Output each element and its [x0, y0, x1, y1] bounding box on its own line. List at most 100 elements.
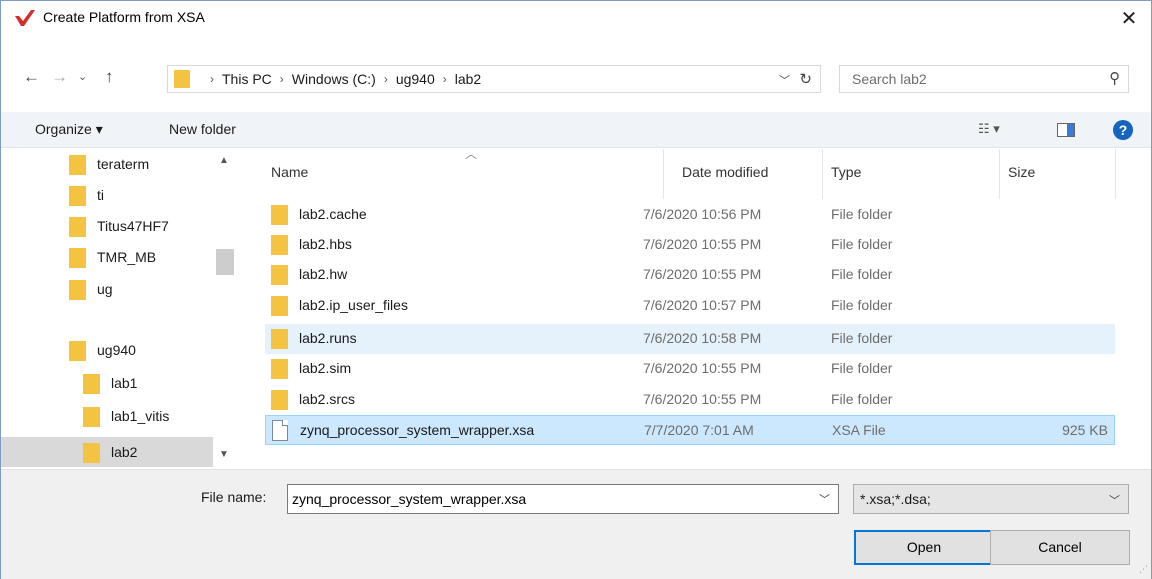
dialog-footer: File name: ﹀ *.xsa;*.dsa; ﹀ Open Cancel …: [1, 469, 1151, 579]
nav-item-lab2[interactable]: lab2: [1, 437, 213, 467]
file-type: File folder: [831, 391, 893, 407]
breadcrumb-separator[interactable]: ›: [384, 72, 388, 86]
folder-icon: [69, 280, 86, 300]
file-row[interactable]: zynq_processor_system_wrapper.xsa 7/7/20…: [265, 415, 1115, 445]
search-input[interactable]: Search lab2 ⚲: [839, 65, 1129, 93]
nav-item-label: ti: [97, 187, 104, 203]
title-bar: Create Platform from XSA ✕: [1, 1, 1151, 35]
help-icon[interactable]: ?: [1113, 120, 1133, 140]
breadcrumb: › This PC › Windows (C:) › ug940 › lab2: [202, 71, 481, 87]
nav-item-ti[interactable]: ti: [1, 180, 213, 210]
view-options-icon[interactable]: ☷ ▾: [978, 121, 1000, 137]
column-header-size[interactable]: Size: [1000, 149, 1115, 199]
scroll-down-icon[interactable]: ▼: [219, 449, 229, 460]
file-name-input[interactable]: [292, 489, 812, 509]
nav-item-lab1[interactable]: lab1: [1, 368, 213, 398]
file-dialog: Create Platform from XSA ✕ ← → ⌄ ↑ › Thi…: [0, 0, 1152, 579]
file-row[interactable]: lab2.hbs 7/6/2020 10:55 PM File folder: [265, 230, 1115, 260]
folder-icon: [174, 70, 190, 88]
breadcrumb-lab2[interactable]: lab2: [455, 71, 481, 87]
file-date: 7/6/2020 10:56 PM: [643, 206, 762, 222]
file-row[interactable]: lab2.runs 7/6/2020 10:58 PM File folder: [265, 324, 1115, 354]
file-icon: [272, 420, 288, 441]
folder-icon: [69, 186, 86, 206]
file-type: File folder: [831, 297, 893, 313]
chevron-down-icon[interactable]: ﹀: [779, 72, 790, 88]
column-divider[interactable]: [1115, 149, 1116, 199]
open-button[interactable]: Open: [854, 530, 994, 565]
file-row[interactable]: lab2.srcs 7/6/2020 10:55 PM File folder: [265, 385, 1115, 415]
column-header-name[interactable]: ︿ Name: [265, 147, 663, 199]
up-arrow-icon[interactable]: ↑: [105, 67, 114, 87]
folder-icon: [69, 341, 86, 361]
file-name: lab2.runs: [299, 330, 357, 346]
folder-icon: [83, 443, 100, 463]
folder-icon: [271, 359, 288, 379]
file-name-label: File name:: [201, 489, 267, 505]
breadcrumb-separator: ›: [210, 72, 214, 86]
close-button[interactable]: ✕: [1109, 1, 1149, 35]
file-date: 7/6/2020 10:55 PM: [643, 236, 762, 252]
nav-item-tmr-mb[interactable]: TMR_MB: [1, 242, 213, 272]
file-size: 925 KB: [1062, 422, 1108, 438]
chevron-down-icon[interactable]: ﹀: [819, 491, 830, 507]
folder-icon: [271, 296, 288, 316]
file-row[interactable]: lab2.ip_user_files 7/6/2020 10:57 PM Fil…: [265, 291, 1115, 321]
file-date: 7/6/2020 10:58 PM: [643, 330, 762, 346]
folder-icon: [271, 329, 288, 349]
recent-locations-chevron-icon[interactable]: ⌄: [78, 70, 87, 83]
nav-item-label: TMR_MB: [97, 249, 157, 265]
folder-icon: [271, 205, 288, 225]
scroll-up-icon[interactable]: ▲: [219, 155, 229, 166]
folder-icon: [69, 248, 86, 268]
forward-arrow-icon[interactable]: →: [51, 67, 68, 87]
file-row[interactable]: lab2.cache 7/6/2020 10:56 PM File folder: [265, 200, 1115, 230]
cancel-button[interactable]: Cancel: [990, 530, 1130, 565]
folder-icon: [69, 155, 86, 175]
address-bar[interactable]: › This PC › Windows (C:) › ug940 › lab2 …: [167, 65, 821, 93]
organize-menu-button[interactable]: Organize ▾: [35, 121, 103, 138]
file-name-field[interactable]: ﹀: [287, 484, 839, 514]
nav-item-label: ug: [97, 281, 113, 297]
column-header-type[interactable]: Type: [823, 149, 999, 199]
breadcrumb-windows-c[interactable]: Windows (C:): [292, 71, 376, 87]
address-row: ← → ⌄ ↑ › This PC › Windows (C:) › ug940…: [1, 61, 1151, 95]
file-type: File folder: [831, 266, 893, 282]
preview-pane-icon[interactable]: [1057, 123, 1075, 137]
file-name: lab2.ip_user_files: [299, 297, 408, 313]
breadcrumb-separator[interactable]: ›: [443, 72, 447, 86]
file-name: lab2.cache: [299, 206, 367, 222]
scrollbar-thumb[interactable]: [216, 249, 234, 275]
search-placeholder: Search lab2: [852, 71, 927, 87]
file-date: 7/6/2020 10:55 PM: [643, 391, 762, 407]
back-arrow-icon[interactable]: ←: [23, 67, 40, 87]
folder-icon: [271, 265, 288, 285]
folder-icon: [83, 374, 100, 394]
column-header-date[interactable]: Date modified: [664, 149, 822, 199]
breadcrumb-separator[interactable]: ›: [280, 72, 284, 86]
nav-item-ug940[interactable]: ug940: [1, 335, 213, 365]
nav-item-ug[interactable]: ug: [1, 274, 213, 304]
chevron-down-icon[interactable]: ﹀: [1109, 492, 1120, 508]
refresh-icon[interactable]: ↻: [799, 70, 812, 88]
file-type-value: *.xsa;*.dsa;: [860, 491, 931, 507]
nav-item-label: lab2: [111, 444, 138, 460]
nav-scrollbar[interactable]: ▲ ▼: [213, 149, 237, 469]
resize-grip-icon[interactable]: ⋰: [1139, 564, 1148, 575]
new-folder-button[interactable]: New folder: [169, 121, 236, 137]
search-icon[interactable]: ⚲: [1109, 69, 1120, 87]
nav-item-teraterm[interactable]: teraterm: [1, 149, 213, 179]
file-type-select[interactable]: *.xsa;*.dsa; ﹀: [853, 484, 1129, 514]
nav-item-titus47hf7[interactable]: Titus47HF7: [1, 211, 213, 241]
nav-item-lab1-vitis[interactable]: lab1_vitis: [1, 401, 213, 431]
folder-icon: [271, 390, 288, 410]
file-row[interactable]: lab2.hw 7/6/2020 10:55 PM File folder: [265, 260, 1115, 290]
breadcrumb-this-pc[interactable]: This PC: [222, 71, 272, 87]
file-row[interactable]: lab2.sim 7/6/2020 10:55 PM File folder: [265, 354, 1115, 384]
folder-icon: [83, 407, 100, 427]
command-toolbar: Organize ▾ New folder ☷ ▾ ?: [1, 112, 1151, 148]
breadcrumb-ug940[interactable]: ug940: [396, 71, 435, 87]
file-name: lab2.sim: [299, 360, 352, 376]
app-logo-icon: [15, 10, 35, 26]
file-name: zynq_processor_system_wrapper.xsa: [300, 422, 535, 438]
